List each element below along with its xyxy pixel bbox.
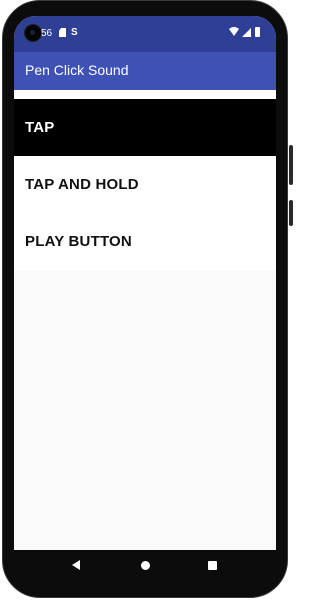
menu-item-tap-and-hold[interactable]: TAP AND HOLD bbox=[14, 156, 276, 213]
menu-item-tap[interactable]: TAP bbox=[14, 99, 276, 156]
volume-button bbox=[289, 200, 293, 226]
menu-list: TAP TAP AND HOLD PLAY BUTTON bbox=[14, 90, 276, 270]
menu-item-label: TAP AND HOLD bbox=[25, 176, 139, 193]
sd-card-icon bbox=[59, 28, 66, 37]
list-top-gap bbox=[14, 90, 276, 99]
s-notification-icon: S bbox=[71, 27, 78, 38]
battery-icon bbox=[255, 27, 260, 37]
home-icon[interactable] bbox=[141, 561, 150, 570]
signal-icon bbox=[242, 28, 251, 37]
app-bar: Pen Click Sound bbox=[14, 52, 276, 90]
power-button bbox=[289, 145, 293, 185]
status-icons bbox=[229, 27, 260, 37]
back-icon[interactable] bbox=[72, 560, 80, 570]
app-title: Pen Click Sound bbox=[25, 62, 129, 78]
menu-item-play-button[interactable]: PLAY BUTTON bbox=[14, 213, 276, 270]
status-time: 56 bbox=[41, 28, 53, 39]
screen: 56 S Pen Click Sound TAP TAP AND HOLD PL… bbox=[14, 16, 276, 550]
status-bar: 56 S bbox=[14, 16, 276, 52]
phone-frame: 56 S Pen Click Sound TAP TAP AND HOLD PL… bbox=[0, 0, 293, 600]
wifi-icon bbox=[229, 27, 239, 36]
camera-icon bbox=[24, 24, 42, 42]
menu-item-label: PLAY BUTTON bbox=[25, 233, 132, 250]
menu-item-label: TAP bbox=[25, 119, 55, 136]
recents-icon[interactable] bbox=[208, 561, 217, 570]
navigation-bar bbox=[14, 550, 276, 582]
